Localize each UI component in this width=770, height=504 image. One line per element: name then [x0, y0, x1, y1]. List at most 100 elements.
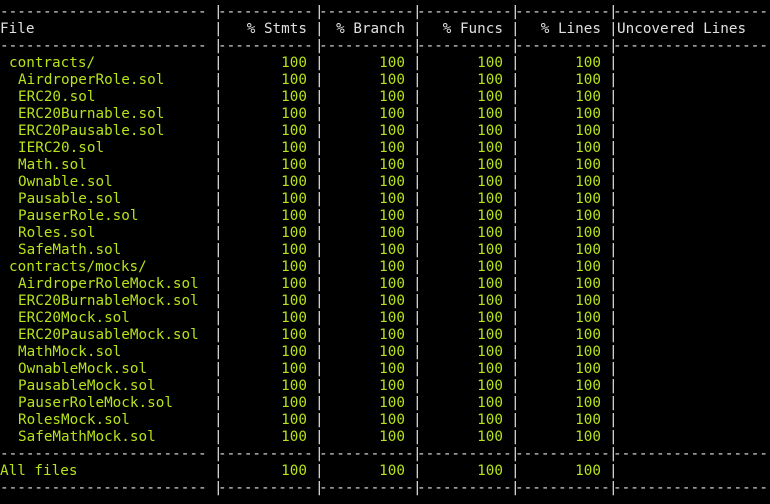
cell-uncovered [613, 72, 770, 89]
table-row: PauserRole.sol 100 100 100 100 [0, 208, 770, 225]
rule-cell: ----------- [417, 480, 512, 496]
cell-funcs: 100 [477, 89, 503, 105]
cell-funcs: 100 [477, 140, 503, 156]
cell-funcs: 100 [477, 259, 503, 275]
table-row: SafeMathMock.sol 100 100 100 100 [0, 429, 770, 446]
cell-stmts: 100 [281, 361, 307, 377]
cell-lines: 100 [575, 310, 601, 326]
cell-stmts: 100 [281, 89, 307, 105]
cell-branch: 100 [379, 412, 405, 428]
cell-stmts: 100 [281, 310, 307, 326]
rule-cell: ------------------ [613, 480, 768, 496]
total-lines: 100 [575, 463, 601, 479]
cell-branch: 100 [379, 191, 405, 207]
file-name: ERC20Mock.sol [18, 310, 130, 326]
cell-stmts: 100 [281, 395, 307, 411]
file-name: Roles.sol [18, 225, 96, 241]
file-name: ERC20Burnable.sol [18, 106, 165, 122]
cell-funcs: 100 [477, 191, 503, 207]
cell-funcs: 100 [477, 225, 503, 241]
table-row: Ownable.sol 100 100 100 100 [0, 174, 770, 191]
total-funcs: 100 [477, 463, 503, 479]
cell-stmts: 100 [281, 191, 307, 207]
cell-lines: 100 [575, 378, 601, 394]
cell-funcs: 100 [477, 395, 503, 411]
file-name: AirdroperRole.sol [18, 72, 165, 88]
cell-branch: 100 [379, 174, 405, 190]
cell-lines: 100 [575, 276, 601, 292]
cell-branch: 100 [379, 395, 405, 411]
table-row: contracts/100 100 100 100 [0, 55, 770, 72]
table-total-row: All files 100 100 100 100 [0, 463, 770, 480]
file-name: ERC20BurnableMock.sol [18, 293, 199, 309]
cell-branch: 100 [379, 208, 405, 224]
file-name: Pausable.sol [18, 191, 122, 207]
cell-lines: 100 [575, 429, 601, 445]
cell-lines: 100 [575, 208, 601, 224]
table-header: File % Stmts % Branch % Funcs % Lines Un… [0, 21, 770, 38]
cell-stmts: 100 [281, 123, 307, 139]
cell-stmts: 100 [281, 259, 307, 275]
file-name: Ownable.sol [18, 174, 113, 190]
cell-uncovered [613, 123, 770, 140]
cell-funcs: 100 [477, 310, 503, 326]
total-uncovered [613, 463, 770, 480]
cell-lines: 100 [575, 157, 601, 173]
cell-lines: 100 [575, 72, 601, 88]
cell-branch: 100 [379, 242, 405, 258]
cell-uncovered [613, 293, 770, 310]
cell-branch: 100 [379, 276, 405, 292]
cell-stmts: 100 [281, 242, 307, 258]
cell-branch: 100 [379, 89, 405, 105]
cell-lines: 100 [575, 327, 601, 343]
table-rule-header: ------------------------ ----------- ---… [0, 38, 770, 55]
cell-branch: 100 [379, 157, 405, 173]
table-row: Math.sol 100 100 100 100 [0, 157, 770, 174]
cell-uncovered [613, 259, 770, 276]
file-name: RolesMock.sol [18, 412, 130, 428]
rule-cell: ----------- [515, 38, 610, 54]
rule-cell: ------------------------ [0, 446, 207, 462]
cell-branch: 100 [379, 123, 405, 139]
rule-cell: ----------- [218, 480, 313, 496]
table-rule-end: ------------------------ ----------- ---… [0, 480, 770, 497]
table-row: ERC20.sol 100 100 100 100 [0, 89, 770, 106]
cell-branch: 100 [379, 344, 405, 360]
cell-stmts: 100 [281, 55, 307, 71]
cell-funcs: 100 [477, 293, 503, 309]
header-file: File [0, 21, 35, 37]
rule-cell: ----------- [218, 4, 313, 20]
cell-lines: 100 [575, 259, 601, 275]
cell-branch: 100 [379, 310, 405, 326]
cell-uncovered [613, 276, 770, 293]
rule-cell: ----------- [218, 38, 313, 54]
cell-uncovered [613, 310, 770, 327]
rule-cell: ------------------------ [0, 480, 207, 496]
cell-funcs: 100 [477, 327, 503, 343]
cell-funcs: 100 [477, 412, 503, 428]
cell-uncovered [613, 106, 770, 123]
cell-lines: 100 [575, 123, 601, 139]
table-row: AirdroperRoleMock.sol 100 100 100 100 [0, 276, 770, 293]
cell-uncovered [613, 242, 770, 259]
cell-uncovered [613, 429, 770, 446]
rule-cell: ----------- [218, 446, 313, 462]
header-lines: % Lines [540, 21, 601, 37]
cell-lines: 100 [575, 293, 601, 309]
cell-lines: 100 [575, 344, 601, 360]
cell-branch: 100 [379, 106, 405, 122]
cell-stmts: 100 [281, 208, 307, 224]
rule-cell: ----------- [417, 38, 512, 54]
cell-uncovered [613, 191, 770, 208]
rule-cell: ----------- [319, 446, 414, 462]
cell-uncovered [613, 361, 770, 378]
rule-cell: ------------------------ [0, 4, 207, 20]
cell-branch: 100 [379, 140, 405, 156]
cell-funcs: 100 [477, 208, 503, 224]
file-name: IERC20.sol [18, 140, 105, 156]
file-name: PauserRole.sol [18, 208, 139, 224]
cell-uncovered [613, 378, 770, 395]
cell-lines: 100 [575, 55, 601, 71]
cell-funcs: 100 [477, 276, 503, 292]
rule-cell: ----------- [319, 38, 414, 54]
